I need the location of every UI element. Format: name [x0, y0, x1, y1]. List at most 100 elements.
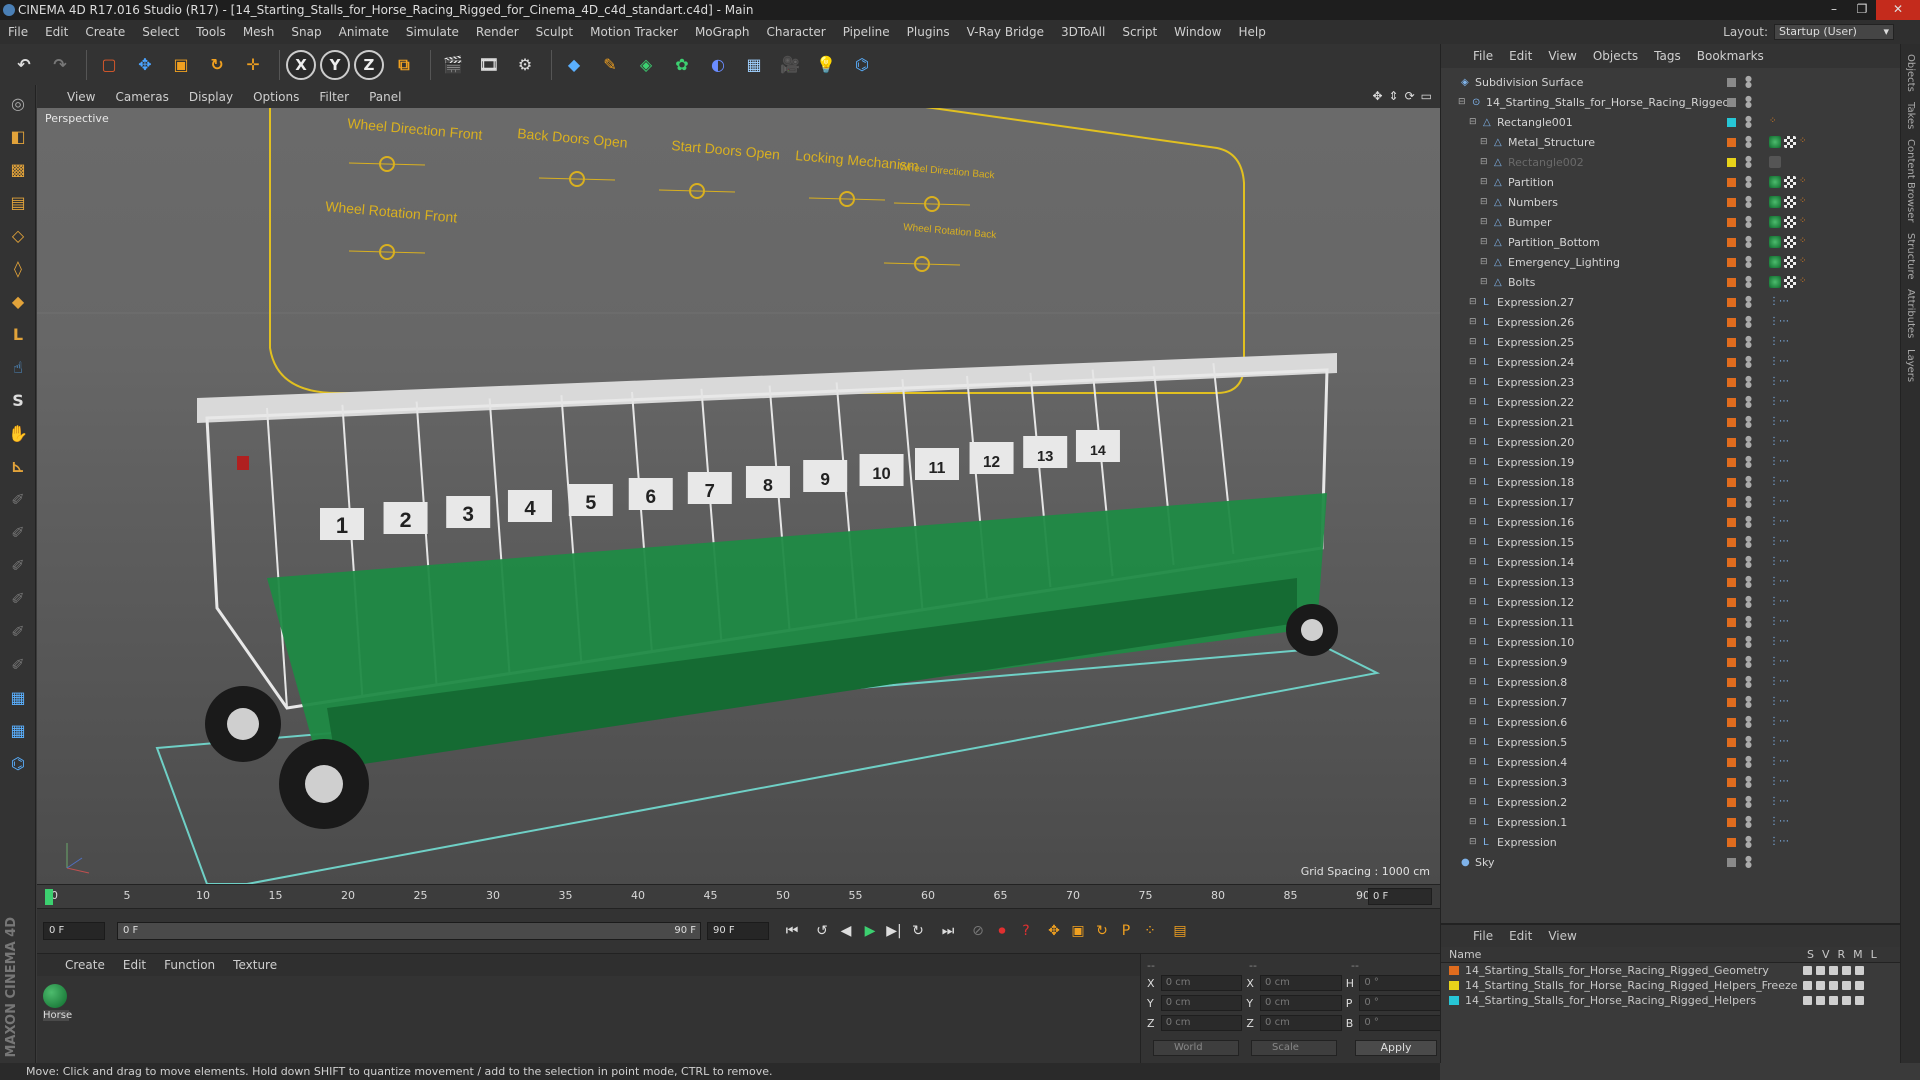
object-row-rectangle002[interactable]: ⊟ △ Rectangle002 ● ● [1441, 152, 1901, 172]
xpresso-tag-icon[interactable]: ⋮⋯ [1769, 376, 1789, 388]
xpresso-tag-icon[interactable]: ⋮⋯ [1769, 456, 1789, 468]
viewport-menu-view[interactable]: View [67, 90, 95, 104]
material-menu-texture[interactable]: Texture [233, 958, 277, 972]
object-row-emergency-lighting[interactable]: ⊟ △ Emergency_Lighting ● ● ⁘ [1441, 252, 1901, 272]
xpresso-tag-icon[interactable]: ⋮⋯ [1769, 796, 1789, 808]
object-row-expression-24[interactable]: ⊟ L Expression.24 ● ● ⋮⋯ [1441, 352, 1901, 372]
visibility-dots-icon[interactable]: ● ● [1745, 335, 1752, 349]
key-scale-icon[interactable]: ▣ [1065, 919, 1091, 943]
layer-color-swatch[interactable] [1727, 137, 1736, 147]
minimize-button[interactable]: – [1820, 0, 1848, 20]
layer-color-swatch[interactable] [1727, 557, 1736, 567]
layer-color-swatch[interactable] [1727, 697, 1736, 707]
object-row-expression-23[interactable]: ⊟ L Expression.23 ● ● ⋮⋯ [1441, 372, 1901, 392]
visibility-dots-icon[interactable]: ● ● [1745, 95, 1752, 109]
object-row-expression-3[interactable]: ⊟ L Expression.3 ● ● ⋮⋯ [1441, 772, 1901, 792]
key-parameter-icon[interactable]: P [1113, 919, 1139, 943]
tab-content-browser[interactable]: Content Browser [1905, 139, 1916, 222]
layer-color-swatch[interactable] [1727, 157, 1736, 167]
material-swatch[interactable]: Horse [43, 984, 72, 1022]
tree-expander-icon[interactable]: ⊟ [1469, 697, 1477, 707]
make-editable-icon[interactable]: ◎ [3, 88, 33, 118]
layer-color-swatch[interactable] [1727, 77, 1736, 87]
menu-plugins[interactable]: Plugins [907, 25, 950, 39]
object-row-numbers[interactable]: ⊟ △ Numbers ● ● ⁘ [1441, 192, 1901, 212]
menu-create[interactable]: Create [85, 25, 125, 39]
tree-expander-icon[interactable]: ⊟ [1469, 597, 1477, 607]
tree-expander-icon[interactable]: ⊟ [1469, 417, 1477, 427]
visibility-dots-icon[interactable]: ● ● [1745, 255, 1752, 269]
xpresso-tag-icon[interactable]: ⋮⋯ [1769, 676, 1789, 688]
size-field[interactable]: 0 cm [1260, 975, 1342, 991]
object-row-expression-11[interactable]: ⊟ L Expression.11 ● ● ⋮⋯ [1441, 612, 1901, 632]
layer-render-toggle[interactable] [1829, 981, 1838, 990]
layer-color-swatch[interactable] [1727, 537, 1736, 547]
size-field[interactable]: 0 cm [1260, 995, 1342, 1011]
layer-color-swatch[interactable] [1727, 457, 1736, 467]
object-menu-view[interactable]: View [1548, 49, 1576, 63]
layer-color-swatch[interactable] [1727, 497, 1736, 507]
key-pla-icon[interactable]: ⁘ [1137, 919, 1163, 943]
menu-animate[interactable]: Animate [339, 25, 389, 39]
layer-menu-file[interactable]: File [1473, 929, 1493, 943]
key-position-icon[interactable]: ✥ [1041, 919, 1067, 943]
layer-color-swatch[interactable] [1727, 797, 1736, 807]
object-row-expression-5[interactable]: ⊟ L Expression.5 ● ● ⋮⋯ [1441, 732, 1901, 752]
menu-sculpt[interactable]: Sculpt [536, 25, 573, 39]
smooth-brush-icon[interactable]: ✐ [3, 583, 33, 613]
visibility-dots-icon[interactable]: ● ● [1745, 835, 1752, 849]
points-mode-icon[interactable]: ◇ [3, 220, 33, 250]
coordinate-system-icon[interactable]: ⧉ [388, 49, 420, 81]
xpresso-tag-icon[interactable]: ⋮⋯ [1769, 496, 1789, 508]
green-tag-icon[interactable] [1769, 276, 1781, 288]
camera-object-icon[interactable]: 🎥 [774, 49, 806, 81]
viewport-menu-options[interactable]: Options [253, 90, 299, 104]
position-field[interactable]: 0 cm [1160, 975, 1243, 991]
layer-lock-toggle[interactable] [1855, 996, 1864, 1005]
visibility-dots-icon[interactable]: ● ● [1745, 715, 1752, 729]
tree-expander-icon[interactable]: ⊟ [1480, 257, 1488, 267]
object-row-expression-12[interactable]: ⊟ L Expression.12 ● ● ⋮⋯ [1441, 592, 1901, 612]
visibility-dots-icon[interactable]: ● ● [1745, 535, 1752, 549]
layer-color-swatch[interactable] [1727, 317, 1736, 327]
tree-expander-icon[interactable]: ⊟ [1469, 737, 1477, 747]
checker-tag-icon[interactable] [1784, 216, 1796, 228]
visibility-dots-icon[interactable]: ● ● [1745, 555, 1752, 569]
visibility-dots-icon[interactable]: ● ● [1745, 195, 1752, 209]
object-row-subdivision-surface[interactable]: ◈ Subdivision Surface ● ● [1441, 72, 1901, 92]
tree-expander-icon[interactable]: ⊟ [1480, 137, 1488, 147]
render-settings-icon[interactable]: ⚙ [509, 49, 541, 81]
layer-color-swatch[interactable] [1727, 617, 1736, 627]
layer-color-swatch[interactable] [1727, 277, 1736, 287]
viewport-zoom-icon[interactable]: ⇕ [1389, 89, 1399, 103]
render-view-icon[interactable]: 🎬 [437, 49, 469, 81]
object-row-expression-2[interactable]: ⊟ L Expression.2 ● ● ⋮⋯ [1441, 792, 1901, 812]
gray-tag-icon[interactable] [1769, 156, 1781, 168]
texture-mode-icon[interactable]: ▩ [3, 154, 33, 184]
subdivision-generator-icon[interactable]: ◈ [630, 49, 662, 81]
layer-color-swatch[interactable] [1727, 257, 1736, 267]
python-console-icon[interactable]: ⌬ [3, 748, 33, 778]
object-row-expression-20[interactable]: ⊟ L Expression.20 ● ● ⋮⋯ [1441, 432, 1901, 452]
green-tag-icon[interactable] [1769, 236, 1781, 248]
timeline-ruler[interactable]: 0 5 10 15 20 25 30 35 40 45 50 55 60 65 70 75 80 85 90 0 F [37, 884, 1440, 908]
position-field[interactable]: 0 cm [1160, 1015, 1243, 1031]
live-selection-icon[interactable]: ▢ [93, 49, 125, 81]
object-row-expression-19[interactable]: ⊟ L Expression.19 ● ● ⋮⋯ [1441, 452, 1901, 472]
previous-frame-icon[interactable]: ◀ [833, 919, 859, 943]
tab-objects[interactable]: Objects [1905, 54, 1916, 92]
xpresso-tag-icon[interactable]: ⋮⋯ [1769, 816, 1789, 828]
visibility-dots-icon[interactable]: ● ● [1745, 735, 1752, 749]
record-keyframes-disabled-icon[interactable]: ⊘ [965, 919, 991, 943]
object-menu-tags[interactable]: Tags [1654, 49, 1681, 63]
tree-expander-icon[interactable]: ⊟ [1480, 157, 1488, 167]
menu-v-ray-bridge[interactable]: V-Ray Bridge [967, 25, 1044, 39]
checker-tag-icon[interactable] [1784, 256, 1796, 268]
object-row-partition[interactable]: ⊟ △ Partition ● ● ⁘ [1441, 172, 1901, 192]
object-row-expression-14[interactable]: ⊟ L Expression.14 ● ● ⋮⋯ [1441, 552, 1901, 572]
layout-dropdown[interactable]: Startup (User) [1774, 24, 1894, 40]
visibility-dots-icon[interactable]: ● ● [1745, 135, 1752, 149]
xpresso-tag-icon[interactable]: ⋮⋯ [1769, 476, 1789, 488]
orange-dots-tag-icon[interactable]: ⁘ [1799, 236, 1811, 248]
tree-expander-icon[interactable]: ⊟ [1469, 757, 1477, 767]
